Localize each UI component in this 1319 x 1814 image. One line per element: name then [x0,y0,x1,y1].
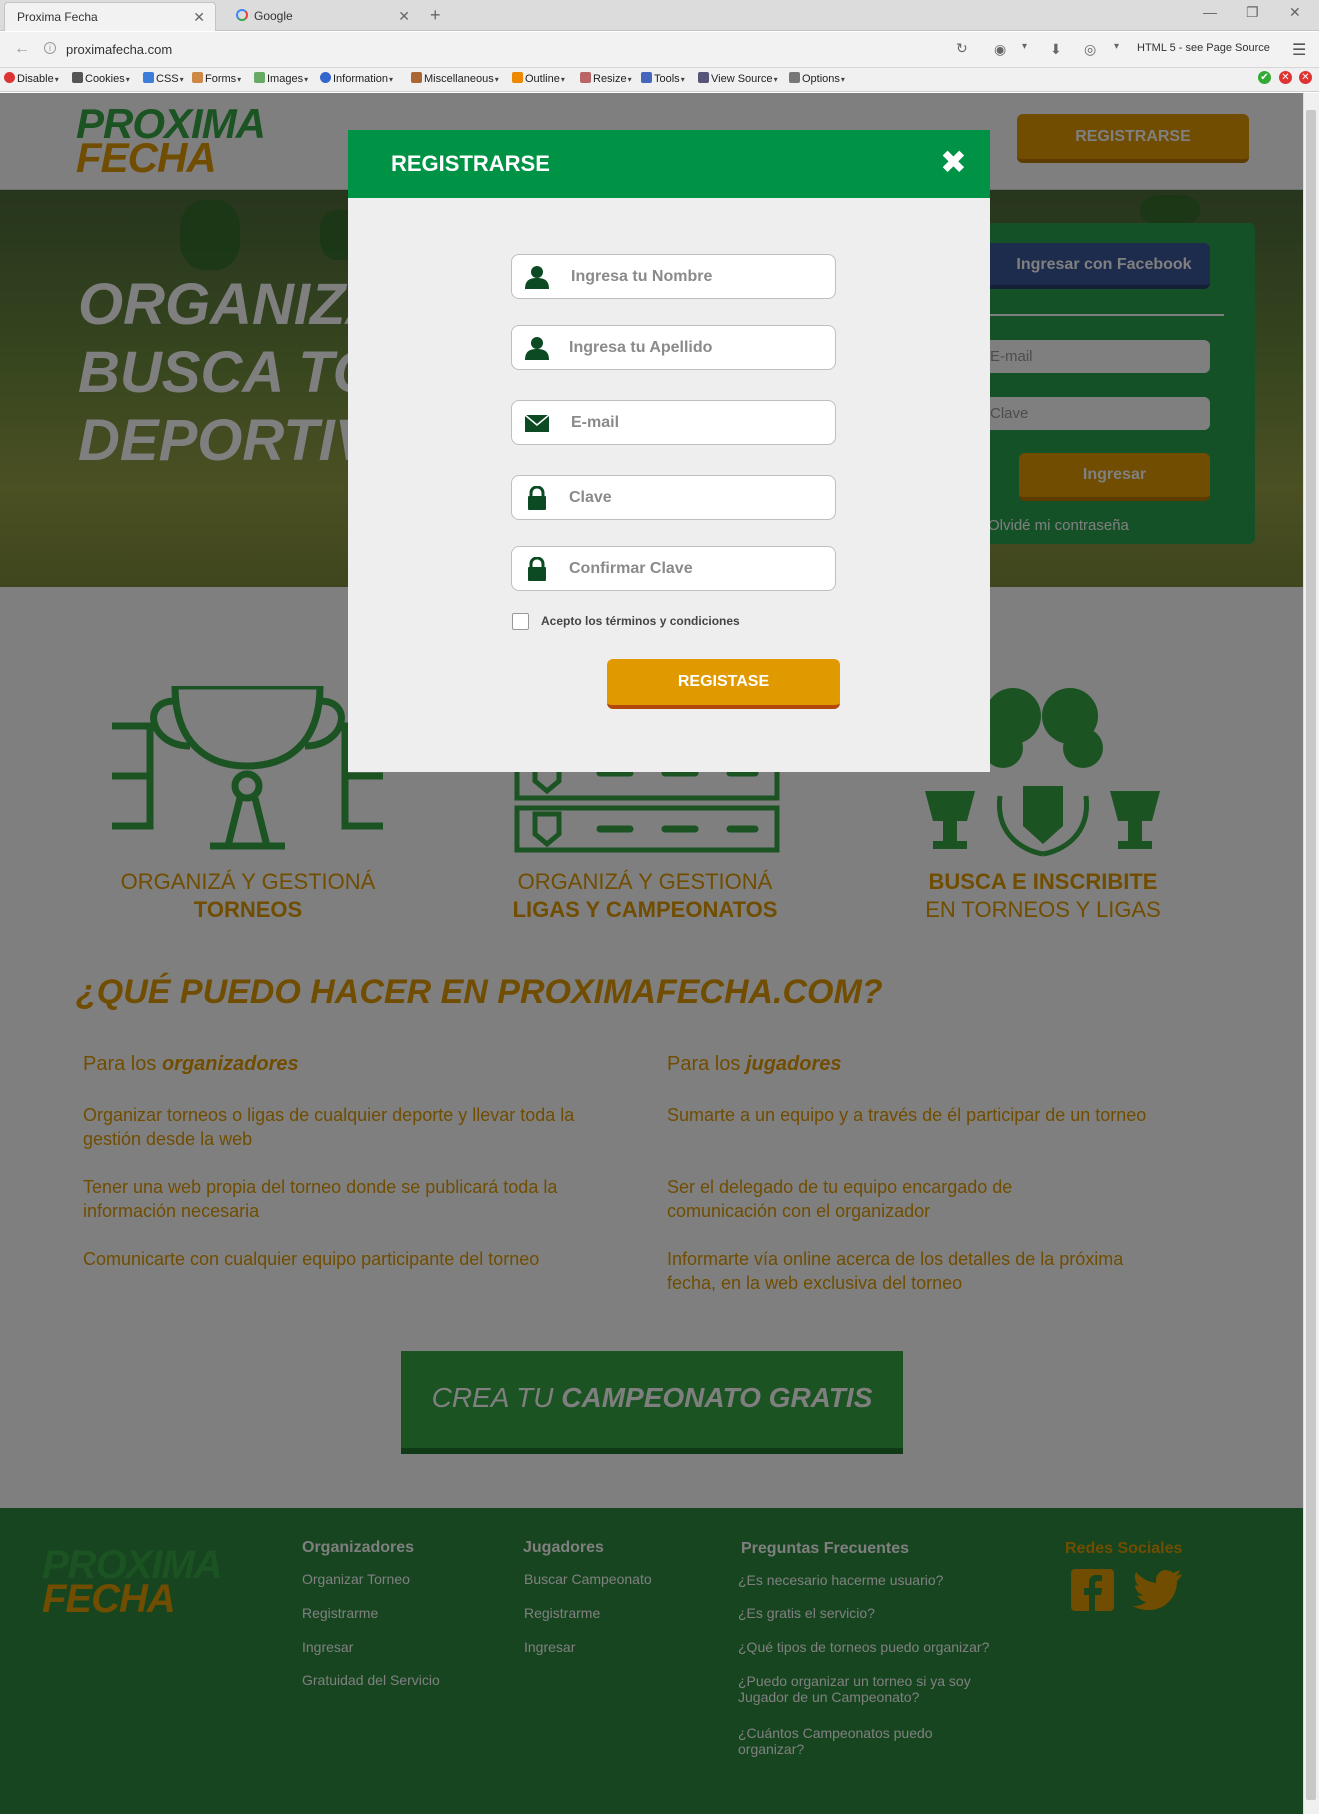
navigation-bar [0,32,1319,68]
dropdown-icon[interactable]: ▾ [1022,41,1027,52]
last-name-field[interactable]: Ingresa tu Apellido [511,325,836,370]
devtool-view-source[interactable]: View Source [698,72,778,85]
devtool-information[interactable]: Information [320,72,393,85]
scrollbar-thumb[interactable] [1306,110,1316,1800]
devtool-resize[interactable]: Resize [580,72,632,85]
terms-checkbox[interactable] [512,613,529,630]
modal-title: REGISTRARSE [391,151,550,176]
error-icon[interactable]: ✕ [1299,71,1312,84]
first-name-placeholder: Ingresa tu Nombre [571,268,713,285]
first-name-field[interactable]: Ingresa tu Nombre [511,254,836,299]
devtool-disable[interactable]: Disable [4,72,59,85]
devtool-miscellaneous[interactable]: Miscellaneous [411,72,499,85]
terms-label[interactable]: Acepto los términos y condiciones [541,614,740,628]
devtool-options[interactable]: Options [789,72,845,85]
close-tab-icon[interactable]: ✕ [193,3,205,32]
devtool-forms[interactable]: Forms [192,72,241,85]
close-icon[interactable]: ✖ [940,146,967,178]
last-name-placeholder: Ingresa tu Apellido [569,339,713,356]
user-icon [525,266,549,289]
email-field[interactable]: E-mail [511,400,836,445]
check-icon[interactable]: ✔ [1258,71,1271,84]
tab-label: Google [254,9,293,23]
lock-icon [528,557,546,581]
ghostery-icon[interactable]: ◉ [994,41,1006,58]
password-placeholder: Clave [569,489,612,506]
back-arrow-icon[interactable]: ← [14,40,30,58]
info-icon[interactable]: i [44,42,56,54]
close-window-icon[interactable]: ✕ [1289,4,1301,21]
hamburger-menu-icon[interactable]: ☰ [1292,40,1306,60]
user-icon [525,337,549,360]
register-submit-button[interactable]: REGISTASE [607,659,840,709]
download-icon[interactable]: ⬇ [1050,41,1062,58]
confirm-password-field[interactable]: Confirmar Clave [511,546,836,591]
tab-proxima-fecha[interactable]: Proxima Fecha ✕ [4,2,216,31]
envelope-icon [525,414,549,432]
confirm-password-placeholder: Confirmar Clave [569,560,693,577]
close-tab-icon[interactable]: ✕ [398,2,410,31]
url-bar[interactable]: proximafecha.com [66,42,172,57]
minimize-icon[interactable]: — [1203,4,1217,20]
error-icon[interactable]: ✕ [1279,71,1292,84]
tab-google[interactable]: Google ✕ [224,2,420,31]
dropdown-icon[interactable]: ▾ [1114,41,1119,52]
new-tab-icon[interactable]: + [430,5,441,26]
google-icon [236,9,248,21]
devtool-outline[interactable]: Outline [512,72,565,85]
password-field[interactable]: Clave [511,475,836,520]
devtool-css[interactable]: CSS [143,72,184,85]
lock-icon [528,486,546,510]
html5-status[interactable]: HTML 5 - see Page Source [1137,42,1270,54]
devtool-cookies[interactable]: Cookies [72,72,130,85]
devtool-tools[interactable]: Tools [641,72,685,85]
extension-icon[interactable]: ◎ [1084,41,1096,58]
restore-icon[interactable]: ❐ [1246,4,1259,21]
tab-label: Proxima Fecha [17,10,98,24]
devtool-images[interactable]: Images [254,72,308,85]
email-placeholder: E-mail [571,414,620,431]
reload-icon[interactable]: ↻ [956,40,968,57]
